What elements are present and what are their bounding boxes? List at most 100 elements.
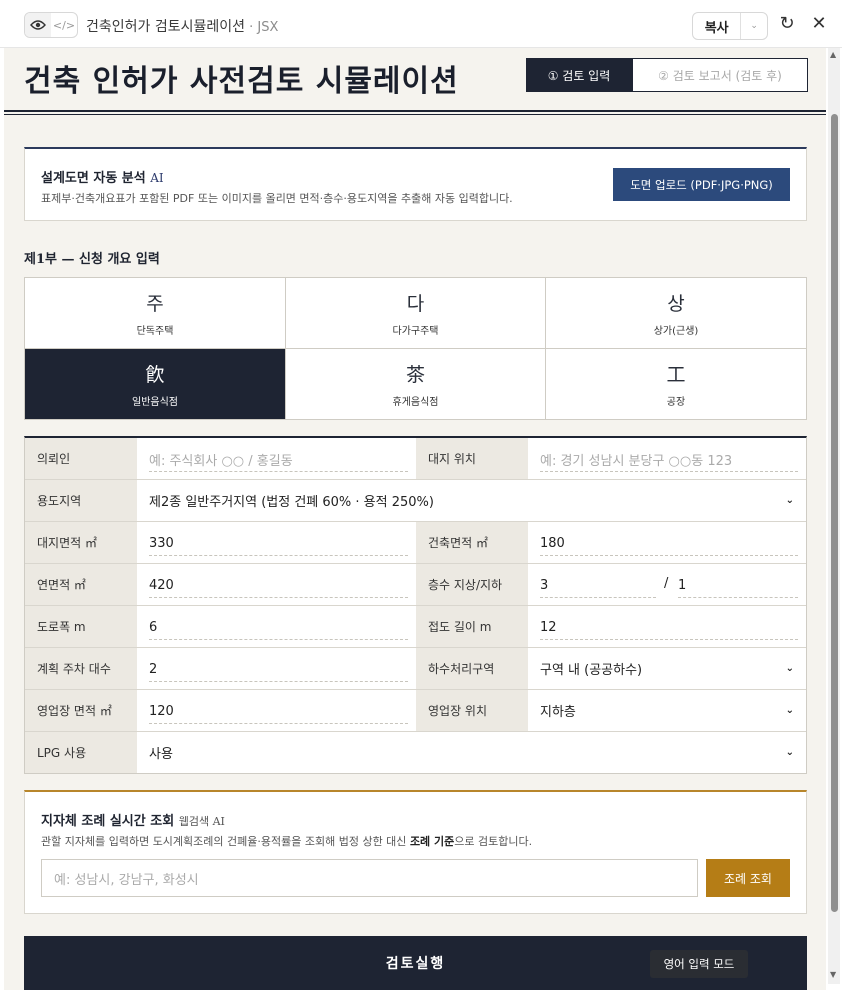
site-area-field[interactable]: 330 (137, 522, 416, 563)
step-tabs: ① 검토 입력 ② 검토 보고서 (검토 후) (526, 58, 808, 92)
window-subtitle: · JSX (245, 20, 279, 35)
frontage-input[interactable]: 12 (540, 616, 798, 640)
shop-location-label: 영업장 위치 (416, 690, 528, 731)
shop-location-select[interactable]: 지하층 ⌄ (528, 690, 806, 731)
type-option-multi-family[interactable]: 다 다가구주택 (286, 278, 546, 349)
tab-review-input[interactable]: ① 검토 입력 (526, 58, 632, 92)
road-width-field[interactable]: 6 (137, 606, 416, 647)
shop-area-label: 영업장 면적 ㎡ (25, 690, 137, 731)
floor-area-field[interactable]: 420 (137, 564, 416, 605)
building-area-input[interactable]: 180 (540, 532, 798, 556)
drawing-upload-panel: 설계도면 자동 분석 AI 표제부·건축개요표가 포함된 PDF 또는 이미지를… (24, 147, 807, 221)
form-row: 연면적 ㎡ 420 층수 지상/지하 3 / 1 (25, 564, 806, 606)
header-divider-thin (4, 114, 826, 115)
applicant-input[interactable]: 예: 주식회사 ○○ / 홍길동 (149, 448, 408, 472)
ordinance-desc-prefix: 관할 지자체를 입력하면 도시계획조례의 건폐율·용적률을 조회해 법정 상한 … (41, 835, 410, 848)
parking-label: 계획 주차 대수 (25, 648, 137, 689)
refresh-icon[interactable]: ↻ (776, 13, 798, 35)
form-row: 영업장 면적 ㎡ 120 영업장 위치 지하층 ⌄ (25, 690, 806, 732)
building-area-label: 건축면적 ㎡ (416, 522, 528, 563)
form-row: 계획 주차 대수 2 하수처리구역 구역 내 (공공하수) ⌄ (25, 648, 806, 690)
section-title: 제1부 — 신청 개요 입력 (24, 252, 160, 267)
chevron-down-icon: ⌄ (785, 747, 794, 758)
upload-description: 표제부·건축개요표가 포함된 PDF 또는 이미지를 올리면 면적·층수·용도지… (41, 192, 513, 205)
shop-area-input[interactable]: 120 (149, 700, 408, 724)
type-glyph: 飮 (145, 364, 165, 386)
ai-badge: AI (150, 171, 164, 185)
chevron-down-icon[interactable]: ⌄ (740, 13, 767, 39)
page-title: 건축 인허가 사전검토 시뮬레이션 (24, 64, 459, 99)
type-glyph: 주 (146, 293, 164, 315)
scrollbar[interactable]: ▲ ▼ (828, 48, 840, 984)
form-row: 대지면적 ㎡ 330 건축면적 ㎡ 180 (25, 522, 806, 564)
building-area-field[interactable]: 180 (528, 522, 806, 563)
chevron-down-icon: ⌄ (785, 663, 794, 674)
application-form: 의뢰인 예: 주식회사 ○○ / 홍길동 대지 위치 예: 경기 성남시 분당구… (24, 436, 807, 774)
applicant-field[interactable]: 예: 주식회사 ○○ / 홍길동 (137, 438, 416, 479)
floors-above-input[interactable]: 3 (540, 574, 656, 598)
parking-input[interactable]: 2 (149, 658, 408, 682)
type-label: 공장 (666, 397, 686, 408)
window-title-text: 건축인허가 검토시뮬레이션 (86, 19, 246, 35)
copy-button[interactable]: 복사 ⌄ (692, 12, 768, 40)
lpg-label: LPG 사용 (25, 732, 137, 773)
building-type-grid: 주 단독주택 다 다가구주택 상 상가(근생) 飮 일반음식점 茶 휴게음식점 … (24, 277, 807, 420)
sewer-select[interactable]: 구역 내 (공공하수) ⌄ (528, 648, 806, 689)
floor-area-label: 연면적 ㎡ (25, 564, 137, 605)
site-location-field[interactable]: 예: 경기 성남시 분당구 ○○동 123 (528, 438, 806, 479)
zoning-value: 제2종 일반주거지역 (법정 건폐 60% · 용적 250%) (149, 495, 434, 510)
road-width-input[interactable]: 6 (149, 616, 408, 640)
window-title: 건축인허가 검토시뮬레이션 · JSX (86, 16, 278, 36)
type-option-cafe[interactable]: 茶 휴게음식점 (286, 349, 546, 419)
zoning-select[interactable]: 제2종 일반주거지역 (법정 건폐 60% · 용적 250%) ⌄ (137, 480, 806, 521)
floors-separator: / (664, 576, 669, 591)
copy-button-label: 복사 (704, 20, 729, 36)
view-toggle[interactable]: </> (24, 12, 78, 38)
municipality-input[interactable]: 예: 성남시, 강남구, 화성시 (41, 859, 698, 897)
type-option-commercial[interactable]: 상 상가(근생) (546, 278, 806, 349)
type-label: 단독주택 (136, 326, 174, 337)
floors-field: 3 / 1 (528, 564, 806, 605)
site-area-input[interactable]: 330 (149, 532, 408, 556)
window-toolbar: </> 건축인허가 검토시뮬레이션 · JSX 복사 ⌄ ↻ ✕ (0, 0, 842, 48)
floor-area-input[interactable]: 420 (149, 574, 408, 598)
lpg-value: 사용 (149, 747, 173, 762)
floors-label: 층수 지상/지하 (416, 564, 528, 605)
upload-drawing-button[interactable]: 도면 업로드 (PDF·JPG·PNG) (613, 168, 790, 201)
type-glyph: 茶 (405, 364, 425, 386)
site-location-input[interactable]: 예: 경기 성남시 분당구 ○○동 123 (540, 448, 798, 472)
page: 건축 인허가 사전검토 시뮬레이션 ① 검토 입력 ② 검토 보고서 (검토 후… (4, 48, 826, 990)
upload-title-text: 설계도면 자동 분석 (41, 171, 146, 186)
ordinance-title-text: 지자체 조례 실시간 조회 (41, 814, 175, 829)
type-label: 다가구주택 (392, 326, 439, 337)
ordinance-lookup-panel: 지자체 조례 실시간 조회 웹검색 AI 관할 지자체를 입력하면 도시계획조례… (24, 790, 807, 914)
close-icon[interactable]: ✕ (808, 13, 830, 35)
type-glyph: 상 (667, 293, 685, 315)
tab-review-report[interactable]: ② 검토 보고서 (검토 후) (632, 58, 808, 92)
type-option-restaurant[interactable]: 飮 일반음식점 (25, 349, 286, 419)
floors-below-input[interactable]: 1 (678, 574, 798, 598)
shop-area-field[interactable]: 120 (137, 690, 416, 731)
scroll-up-icon[interactable]: ▲ (830, 50, 836, 59)
lpg-select[interactable]: 사용 ⌄ (137, 732, 806, 773)
type-option-factory[interactable]: 工 공장 (546, 349, 806, 419)
ordinance-description: 관할 지자체를 입력하면 도시계획조례의 건폐율·용적률을 조회해 법정 상한 … (41, 833, 532, 849)
ordinance-lookup-button[interactable]: 조례 조회 (706, 859, 790, 897)
form-row: LPG 사용 사용 ⌄ (25, 732, 806, 774)
form-row: 도로폭 m 6 접도 길이 m 12 (25, 606, 806, 648)
chevron-down-icon: ⌄ (785, 495, 794, 506)
form-row: 용도지역 제2종 일반주거지역 (법정 건폐 60% · 용적 250%) ⌄ (25, 480, 806, 522)
type-label: 일반음식점 (132, 397, 178, 408)
ordinance-title: 지자체 조례 실시간 조회 웹검색 AI (41, 810, 225, 829)
type-option-detached-house[interactable]: 주 단독주택 (25, 278, 286, 349)
code-icon[interactable]: </> (51, 13, 77, 37)
shop-location-value: 지하층 (540, 705, 576, 720)
ordinance-desc-suffix: 으로 검토합니다. (454, 835, 533, 848)
input-mode-tooltip: 영어 입력 모드 (650, 950, 748, 978)
frontage-field[interactable]: 12 (528, 606, 806, 647)
scroll-down-icon[interactable]: ▼ (830, 970, 836, 979)
ordinance-desc-bold: 조례 기준 (409, 835, 455, 848)
eye-icon[interactable] (25, 13, 51, 37)
scrollbar-thumb[interactable] (831, 114, 838, 912)
parking-field[interactable]: 2 (137, 648, 416, 689)
